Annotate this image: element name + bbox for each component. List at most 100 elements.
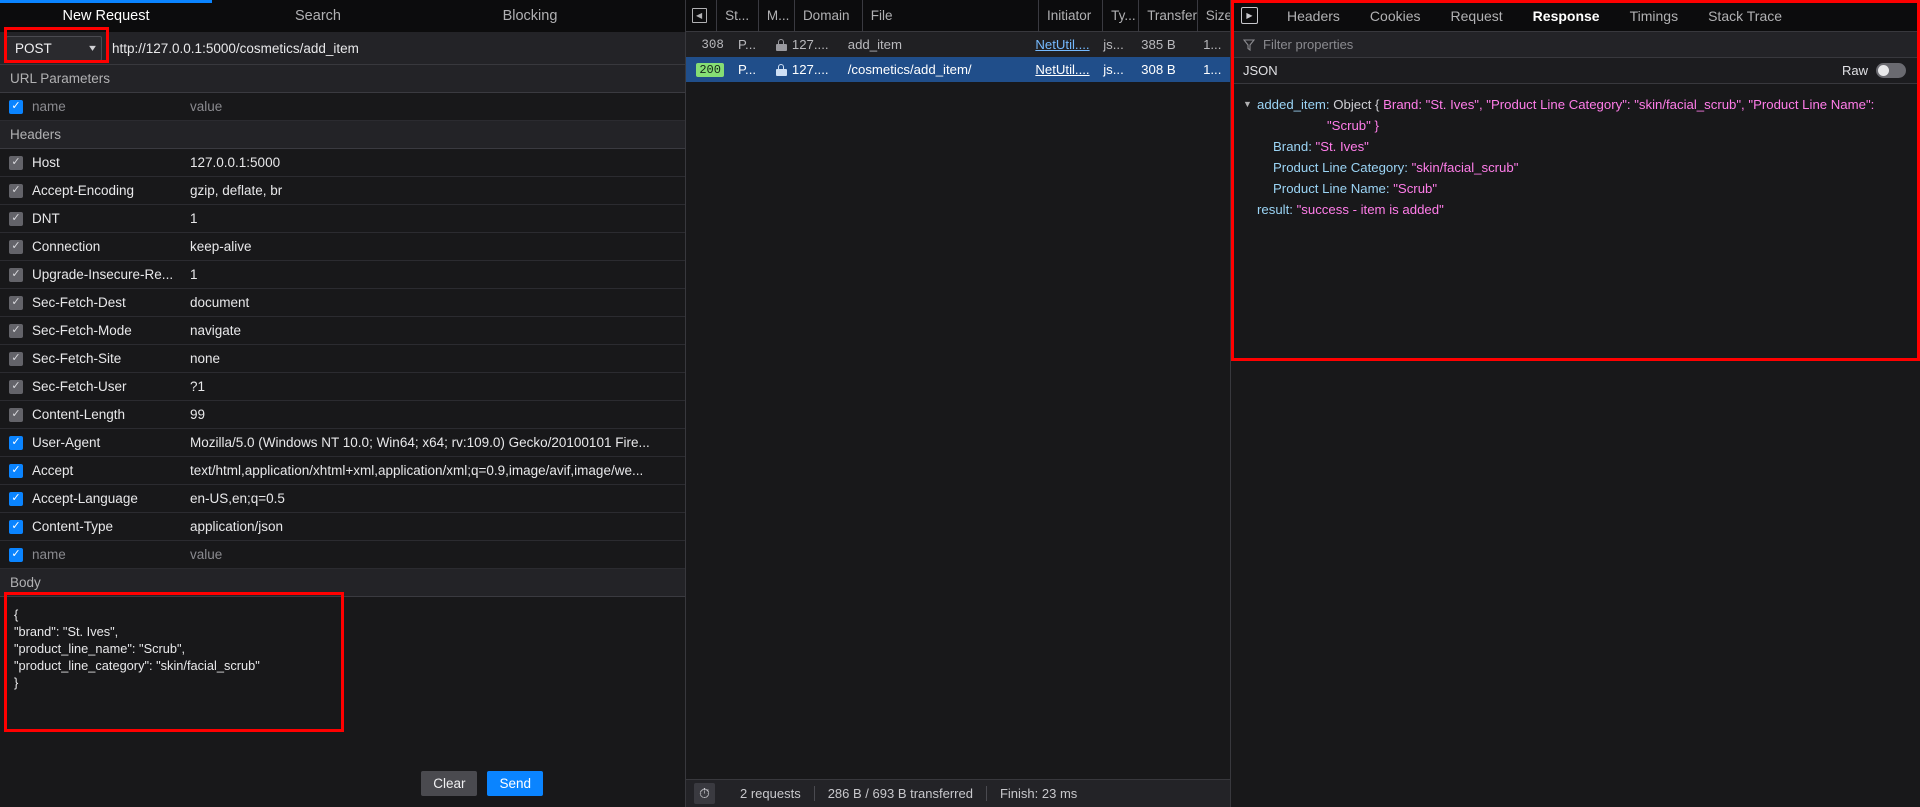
clear-button[interactable]: Clear: [421, 770, 478, 796]
header-name[interactable]: Sec-Fetch-Site: [32, 351, 190, 366]
network-request-row[interactable]: 308 P... 127.... add_item NetUtil.... js... 38…: [686, 32, 1230, 57]
header-row[interactable]: ✓ Content-Length 99: [0, 401, 685, 429]
checkbox-checked-icon[interactable]: ✓: [9, 295, 23, 310]
url-parameter-row[interactable]: ✓ name value: [0, 93, 685, 121]
json-root-row[interactable]: ▼ added_item: Object { Brand: "St. Ives"…: [1243, 94, 1920, 115]
network-request-row[interactable]: 200 P... 127.... /cosmetics/add_item/NetUti…: [686, 57, 1230, 82]
header-checkbox-wrap[interactable]: ✓: [0, 323, 32, 338]
header-value[interactable]: keep-alive: [190, 239, 685, 254]
cell-initiator[interactable]: NetUtil....: [1027, 57, 1095, 82]
header-row[interactable]: ✓ Sec-Fetch-Site none: [0, 345, 685, 373]
header-checkbox-wrap[interactable]: ✓: [0, 435, 32, 450]
checkbox-checked-icon[interactable]: ✓: [9, 463, 23, 478]
header-value[interactable]: en-US,en;q=0.5: [190, 491, 685, 506]
checkbox-checked-icon[interactable]: ✓: [9, 239, 23, 254]
header-name[interactable]: DNT: [32, 211, 190, 226]
header-name[interactable]: Host: [32, 155, 190, 170]
checkbox-checked-icon[interactable]: ✓: [9, 519, 23, 534]
header-name[interactable]: Upgrade-Insecure-Re...: [32, 267, 190, 282]
header-name[interactable]: Sec-Fetch-Mode: [32, 323, 190, 338]
checkbox-checked-icon[interactable]: ✓: [9, 435, 23, 450]
tab-headers[interactable]: Headers: [1272, 0, 1355, 32]
raw-toggle[interactable]: [1876, 63, 1906, 78]
header-checkbox-wrap[interactable]: ✓: [0, 463, 32, 478]
header-row[interactable]: ✓ DNT 1: [0, 205, 685, 233]
url-parameter-value[interactable]: value: [190, 99, 685, 114]
column-header-domain[interactable]: Domain: [793, 0, 862, 32]
raw-toggle-group[interactable]: Raw: [1842, 63, 1906, 78]
header-name[interactable]: Content-Length: [32, 407, 190, 422]
send-button[interactable]: Send: [487, 770, 543, 796]
checkbox-checked-icon[interactable]: ✓: [9, 351, 23, 366]
checkbox-checked-icon[interactable]: ✓: [9, 155, 23, 170]
checkbox-checked-icon[interactable]: ✓: [9, 491, 23, 506]
header-checkbox-wrap[interactable]: ✓: [0, 295, 32, 310]
header-name[interactable]: Content-Type: [32, 519, 190, 534]
tab-response[interactable]: Response: [1518, 0, 1615, 32]
header-row[interactable]: ✓ Upgrade-Insecure-Re... 1: [0, 261, 685, 289]
header-value[interactable]: ?1: [190, 379, 685, 394]
header-name[interactable]: Accept-Language: [32, 491, 190, 506]
header-row[interactable]: ✓ Accept-Encoding gzip, deflate, br: [0, 177, 685, 205]
checkbox-checked-icon[interactable]: ✓: [9, 183, 23, 198]
json-property-row[interactable]: Product Line Category: "skin/facial_scru…: [1243, 157, 1920, 178]
tab-stack-trace[interactable]: Stack Trace: [1693, 0, 1797, 32]
header-value[interactable]: 127.0.0.1:5000: [190, 155, 685, 170]
checkbox-checked-icon[interactable]: ✓: [9, 407, 23, 422]
header-value[interactable]: Mozilla/5.0 (Windows NT 10.0; Win64; x64…: [190, 435, 685, 450]
tab-cookies[interactable]: Cookies: [1355, 0, 1436, 32]
cell-initiator[interactable]: NetUtil....: [1027, 32, 1095, 57]
header-name[interactable]: Connection: [32, 239, 190, 254]
header-checkbox-wrap[interactable]: ✓: [0, 351, 32, 366]
header-row[interactable]: ✓ Sec-Fetch-Mode navigate: [0, 317, 685, 345]
http-method-select[interactable]: POST ▾: [6, 35, 102, 61]
header-name[interactable]: Sec-Fetch-Dest: [32, 295, 190, 310]
header-row[interactable]: ✓ Sec-Fetch-User ?1: [0, 373, 685, 401]
header-value[interactable]: 1: [190, 211, 685, 226]
column-header-type[interactable]: Ty...: [1102, 0, 1138, 32]
checkbox-checked-icon[interactable]: ✓: [9, 211, 23, 226]
json-property-row[interactable]: Product Line Name: "Scrub": [1243, 178, 1920, 199]
column-header-initiator[interactable]: Initiator: [1037, 0, 1102, 32]
header-row[interactable]: ✓ Connection keep-alive: [0, 233, 685, 261]
header-value[interactable]: 99: [190, 407, 685, 422]
column-header-status[interactable]: St...: [716, 0, 758, 32]
header-checkbox-wrap[interactable]: ✓: [0, 155, 32, 170]
column-header-method[interactable]: M...: [757, 0, 794, 32]
header-row[interactable]: ✓ Content-Type application/json: [0, 513, 685, 541]
tab-search[interactable]: Search: [212, 0, 424, 32]
header-row[interactable]: ✓ Accept text/html,application/xhtml+xml,a…: [0, 457, 685, 485]
url-parameter-name[interactable]: name: [32, 99, 190, 114]
header-name[interactable]: Sec-Fetch-User: [32, 379, 190, 394]
header-value[interactable]: value: [190, 547, 685, 562]
column-header-size[interactable]: Size: [1196, 0, 1230, 32]
checkbox-checked-icon[interactable]: ✓: [9, 323, 23, 338]
checkbox-checked-icon[interactable]: ✓: [9, 547, 23, 562]
header-name[interactable]: Accept-Encoding: [32, 183, 190, 198]
header-name[interactable]: name: [32, 547, 190, 562]
header-name[interactable]: User-Agent: [32, 435, 190, 450]
tab-new-request[interactable]: New Request: [0, 0, 212, 32]
filter-properties-bar[interactable]: Filter properties: [1231, 32, 1920, 58]
header-row[interactable]: ✓ Host 127.0.0.1:5000: [0, 149, 685, 177]
header-checkbox-wrap[interactable]: ✓: [0, 407, 32, 422]
header-name[interactable]: Accept: [32, 463, 190, 478]
header-value[interactable]: text/html,application/xhtml+xml,applicat…: [190, 463, 685, 478]
header-checkbox-wrap[interactable]: ✓: [0, 267, 32, 282]
header-row[interactable]: ✓ User-Agent Mozilla/5.0 (Windows NT 10.0;…: [0, 429, 685, 457]
initiator-link[interactable]: NetUtil....: [1035, 62, 1089, 77]
header-checkbox-wrap[interactable]: ✓: [0, 239, 32, 254]
header-value[interactable]: navigate: [190, 323, 685, 338]
column-header-transferred[interactable]: Transfer...: [1138, 0, 1197, 32]
header-checkbox-wrap[interactable]: ✓: [0, 211, 32, 226]
column-header-file[interactable]: File: [861, 0, 1038, 32]
header-row[interactable]: ✓ Accept-Language en-US,en;q=0.5: [0, 485, 685, 513]
checkbox-checked-icon[interactable]: ✓: [9, 267, 23, 282]
header-checkbox-wrap[interactable]: ✓: [0, 379, 32, 394]
tab-request[interactable]: Request: [1436, 0, 1518, 32]
header-checkbox-wrap[interactable]: ✓: [0, 547, 32, 562]
header-value[interactable]: document: [190, 295, 685, 310]
header-row[interactable]: ✓ Sec-Fetch-Dest document: [0, 289, 685, 317]
collapse-panel-button[interactable]: ◀: [686, 0, 712, 32]
body-textarea[interactable]: { "brand": "St. Ives", "product_line_nam…: [0, 597, 685, 703]
